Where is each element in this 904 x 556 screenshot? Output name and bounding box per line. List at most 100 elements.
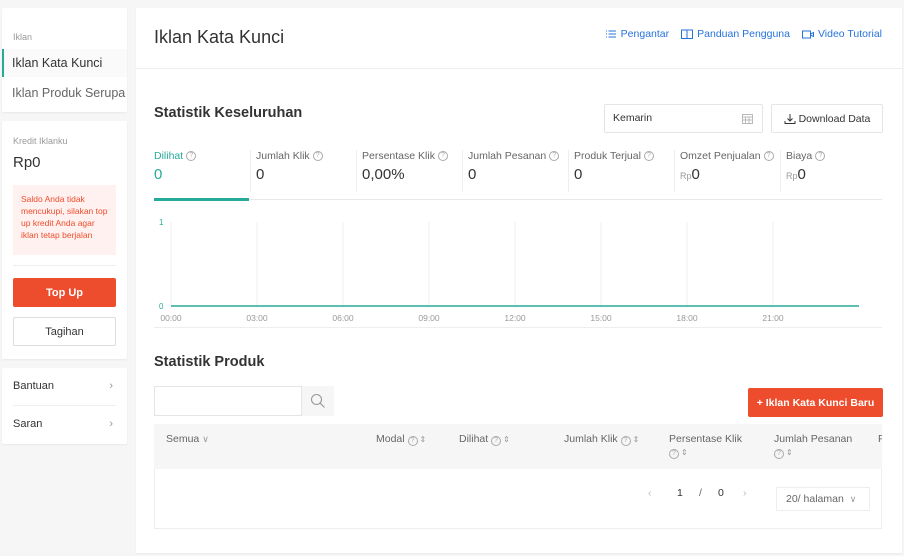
book-icon bbox=[681, 29, 694, 39]
metric-label: Produk Terjual bbox=[574, 150, 641, 162]
low-balance-warning: Saldo Anda tidak mencukupi, silakan top … bbox=[13, 185, 116, 255]
product-table-body bbox=[154, 469, 882, 529]
main-panel: Iklan Kata Kunci Pengantar Panduan Pengg… bbox=[136, 8, 902, 553]
download-data-button[interactable]: Download Data bbox=[771, 104, 883, 133]
metric-value: 0 bbox=[256, 166, 265, 183]
product-search-input[interactable] bbox=[154, 386, 302, 416]
x-tick-label: 03:00 bbox=[246, 313, 268, 323]
help-icon[interactable]: ? bbox=[186, 151, 197, 161]
prev-page-button[interactable]: ‹ bbox=[648, 487, 652, 499]
next-page-button[interactable]: › bbox=[743, 487, 747, 499]
top-up-button[interactable]: Top Up bbox=[13, 278, 116, 307]
column-label: Semua bbox=[166, 433, 200, 445]
download-icon bbox=[784, 113, 796, 124]
column-persentase-klik[interactable]: Persentase Klik? ⇕ bbox=[669, 433, 742, 459]
chart-divider bbox=[154, 327, 882, 328]
metric-tab-jumlah-klik[interactable]: Jumlah Klik? 0 bbox=[250, 150, 356, 192]
help-item-saran[interactable]: Saran › bbox=[2, 406, 127, 443]
help-icon[interactable]: ? bbox=[312, 151, 323, 161]
help-icon[interactable]: ? bbox=[774, 449, 784, 459]
video-tutorial-link-label: Video Tutorial bbox=[817, 28, 882, 40]
y-tick-label: 1 bbox=[159, 218, 164, 227]
page-size-value: 20/ halaman bbox=[786, 493, 844, 505]
help-icon[interactable]: ? bbox=[491, 436, 502, 446]
current-page: 1 bbox=[677, 487, 683, 499]
ads-nav-card: Iklan Iklan Kata Kunci Iklan Produk Seru… bbox=[2, 8, 127, 112]
help-item-bantuan[interactable]: Bantuan › bbox=[2, 368, 127, 405]
help-label: Bantuan bbox=[13, 380, 54, 392]
nav-section-label: Iklan bbox=[13, 32, 33, 42]
search-button[interactable] bbox=[302, 386, 334, 416]
help-icon[interactable]: ? bbox=[815, 151, 826, 161]
column-jumlah-pesanan[interactable]: Jumlah Pesanan? ⇕ bbox=[774, 433, 852, 459]
x-tick-label: 06:00 bbox=[332, 313, 354, 323]
date-range-picker[interactable]: Kemarin bbox=[604, 104, 763, 133]
metric-value: 0 bbox=[154, 166, 163, 183]
help-icon[interactable]: ? bbox=[643, 151, 654, 161]
list-icon bbox=[605, 30, 616, 38]
metric-tab-persentase-klik[interactable]: Persentase Klik? 0,00% bbox=[356, 150, 462, 192]
column-dilihat[interactable]: Dilihat ? ⇕ bbox=[459, 433, 510, 446]
nav-item-similar-product-ads[interactable]: Iklan Produk Serupa bbox=[2, 79, 127, 107]
metric-value: 0 bbox=[691, 166, 700, 183]
column-modal[interactable]: Modal ? ⇕ bbox=[376, 433, 426, 446]
metric-label: Omzet Penjualan bbox=[680, 150, 761, 162]
help-label: Saran bbox=[13, 418, 43, 430]
column-label: Modal bbox=[376, 433, 405, 445]
y-tick-label: 0 bbox=[159, 302, 164, 311]
search-icon bbox=[310, 393, 325, 408]
metric-tabs: Dilihat? 0 Jumlah Klik? 0 Persentase Kli… bbox=[154, 150, 882, 200]
metric-label: Biaya bbox=[786, 150, 813, 162]
column-truncated[interactable]: P bbox=[878, 433, 882, 446]
calendar-icon bbox=[742, 114, 753, 124]
help-card: Bantuan › Saran › bbox=[2, 368, 127, 444]
page-title: Iklan Kata Kunci bbox=[154, 27, 285, 47]
credit-label: Kredit Iklanku bbox=[13, 136, 68, 146]
sort-icon[interactable]: ⇕ bbox=[786, 448, 793, 457]
bill-button[interactable]: Tagihan bbox=[13, 317, 116, 346]
metric-tab-omzet-penjualan[interactable]: Omzet Penjualan? Rp0 bbox=[674, 150, 780, 192]
total-pages: 0 bbox=[718, 487, 724, 499]
download-data-label: Download Data bbox=[798, 112, 871, 125]
column-label: Jumlah Klik bbox=[564, 433, 618, 445]
sort-icon[interactable]: ⇕ bbox=[420, 435, 427, 444]
video-tutorial-link[interactable]: Video Tutorial bbox=[801, 28, 882, 40]
chevron-down-icon: ∨ bbox=[202, 434, 209, 444]
metric-tab-dilihat[interactable]: Dilihat? 0 bbox=[154, 150, 250, 192]
intro-link-label: Pengantar bbox=[620, 28, 670, 40]
help-icon[interactable]: ? bbox=[669, 449, 679, 459]
credit-balance: Rp0 bbox=[13, 154, 41, 171]
x-tick-label: 12:00 bbox=[504, 313, 526, 323]
metric-tabs-divider bbox=[154, 199, 882, 200]
x-tick-label: 21:00 bbox=[762, 313, 784, 323]
intro-link[interactable]: Pengantar bbox=[605, 28, 669, 40]
new-keyword-ad-button[interactable]: + Iklan Kata Kunci Baru bbox=[748, 388, 883, 417]
active-metric-indicator bbox=[154, 198, 249, 201]
metric-tab-jumlah-pesanan[interactable]: Jumlah Pesanan? 0 bbox=[462, 150, 568, 192]
metric-value: 0 bbox=[468, 166, 477, 183]
x-tick-label: 15:00 bbox=[590, 313, 612, 323]
help-icon[interactable]: ? bbox=[407, 436, 418, 446]
sort-icon[interactable]: ⇕ bbox=[633, 435, 640, 444]
divider bbox=[13, 265, 116, 266]
help-icon[interactable]: ? bbox=[437, 151, 448, 161]
help-icon[interactable]: ? bbox=[549, 151, 560, 161]
sort-icon[interactable]: ⇕ bbox=[681, 448, 688, 457]
help-icon[interactable]: ? bbox=[763, 151, 774, 161]
help-icon[interactable]: ? bbox=[620, 436, 631, 446]
sort-icon[interactable]: ⇕ bbox=[503, 435, 510, 444]
metric-value: 0,00% bbox=[362, 166, 405, 183]
product-table-header: Semua ∨ Modal ? ⇕ Dilihat ? ⇕ Jumlah Klik … bbox=[154, 424, 882, 469]
column-jumlah-klik[interactable]: Jumlah Klik ? ⇕ bbox=[564, 433, 639, 446]
metric-label: Jumlah Klik bbox=[256, 150, 310, 162]
column-label: Dilihat bbox=[459, 433, 489, 445]
metric-tab-biaya[interactable]: Biaya? Rp0 bbox=[780, 150, 882, 192]
page-size-select[interactable]: 20/ halaman ∨ bbox=[776, 487, 870, 511]
line-chart: 0 1 00:00 03:00 06:00 09:00 12:00 15:00 18:00 21:… bbox=[159, 218, 859, 323]
column-filter-semua[interactable]: Semua ∨ bbox=[166, 433, 209, 446]
user-guide-link[interactable]: Panduan Pengguna bbox=[681, 28, 790, 40]
x-tick-label: 18:00 bbox=[676, 313, 698, 323]
nav-item-keyword-ads[interactable]: Iklan Kata Kunci bbox=[2, 49, 127, 77]
metric-tab-produk-terjual[interactable]: Produk Terjual? 0 bbox=[568, 150, 674, 192]
chevron-down-icon: ∨ bbox=[849, 494, 857, 504]
